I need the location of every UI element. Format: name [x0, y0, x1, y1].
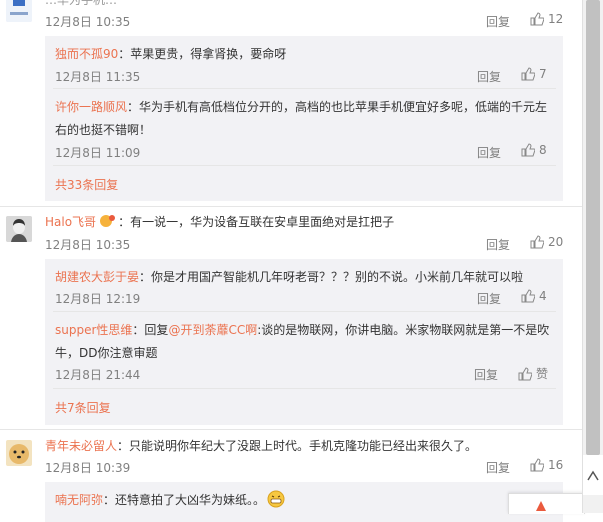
like-button[interactable]: 20 — [530, 235, 563, 249]
sub-reply-time: 12月8日 11:35 — [55, 70, 141, 84]
comment-author[interactable]: Halo飞哥 — [45, 215, 96, 229]
comment-top-text: …华为手机… — [45, 0, 118, 7]
divider — [53, 165, 556, 166]
like-button[interactable]: 赞 — [518, 365, 548, 382]
like-button[interactable]: 4 — [521, 289, 547, 303]
sub-reply-time: 12月8日 11:09 — [55, 146, 141, 160]
reply-button[interactable]: 回复 — [486, 459, 510, 476]
reply-button[interactable]: 回复 — [474, 366, 498, 383]
reply-button[interactable]: 回复 — [486, 13, 510, 30]
divider — [53, 311, 556, 312]
thumb-up-icon — [530, 235, 544, 249]
sub-reply-text: 喃无阿弥：还特意拍了大凶华为妹纸。。 — [55, 490, 285, 508]
vip-badge-icon — [100, 215, 116, 227]
avatar[interactable] — [6, 440, 32, 466]
reply-button[interactable]: 回复 — [486, 236, 510, 253]
avatar[interactable] — [6, 0, 32, 22]
sub-reply-author[interactable]: 许你一路顺风 — [55, 100, 127, 114]
comment-text: 青年未必留人：只能说明你年纪大了没跟上时代。手机克隆功能已经出来很久了。 — [45, 439, 478, 453]
thumb-up-icon — [530, 458, 544, 472]
sub-reply-author[interactable]: 独而不孤90 — [55, 47, 118, 61]
scrollbar[interactable] — [582, 0, 603, 513]
like-count: 20 — [548, 235, 564, 249]
like-button[interactable]: 8 — [521, 143, 547, 157]
like-count: 4 — [539, 289, 547, 303]
divider — [53, 388, 556, 389]
avatar[interactable] — [6, 216, 32, 242]
grin-emoji-icon — [267, 490, 285, 508]
divider — [53, 88, 556, 89]
like-count: 8 — [539, 143, 547, 157]
mention-link[interactable]: @开到荼蘼CC啊 — [168, 323, 257, 337]
thumb-up-icon — [521, 289, 535, 303]
comment-time: 12月8日 10:35 — [45, 238, 131, 252]
up-arrow-icon[interactable] — [583, 455, 603, 495]
floating-panel[interactable] — [508, 493, 585, 514]
sub-reply-text-line2: 右的也挺不错啊！ — [55, 123, 152, 137]
sub-reply-time: 12月8日 21:44 — [55, 368, 141, 382]
comment-time: 12月8日 10:35 — [45, 15, 131, 29]
view-more-replies-link[interactable]: 共7条回复 — [55, 399, 111, 416]
comment-text: Halo飞哥 ：有一说一，华为设备互联在安卓里面绝对是扛把子 — [45, 215, 395, 229]
comment-divider — [0, 429, 583, 430]
reply-button[interactable]: 回复 — [477, 68, 501, 85]
sub-reply-author[interactable]: 胡建农大彭于晏 — [55, 270, 139, 284]
comment-divider — [0, 206, 583, 207]
thumb-up-icon — [530, 12, 544, 26]
like-count: 7 — [539, 67, 547, 81]
sub-reply-author[interactable]: 喃无阿弥 — [55, 493, 103, 507]
thumb-up-icon — [521, 143, 535, 157]
like-count: 16 — [548, 458, 564, 472]
reply-button[interactable]: 回复 — [477, 290, 501, 307]
sub-reply-text-line2: 牛，DD你注意审题 — [55, 346, 158, 360]
like-button[interactable]: 12 — [530, 12, 563, 26]
like-button[interactable]: 16 — [530, 458, 563, 472]
like-count: 12 — [548, 12, 564, 26]
comment-time: 12月8日 10:39 — [45, 461, 131, 475]
reply-button[interactable]: 回复 — [477, 144, 501, 161]
sub-reply-text: 独而不孤90：苹果更贵，得拿肾换，要命呀 — [55, 47, 287, 61]
comment-author[interactable]: 青年未必留人 — [45, 439, 117, 453]
view-more-replies-link[interactable]: 共33条回复 — [55, 176, 118, 193]
like-label: 赞 — [536, 367, 549, 381]
triangle-icon — [536, 501, 546, 511]
like-button[interactable]: 7 — [521, 67, 547, 81]
sub-reply-text: supper性思维：回复@开到荼蘼CC啊:谈的是物联网，你讲电脑。米家物联网就是… — [55, 323, 550, 337]
sub-reply-time: 12月8日 12:19 — [55, 292, 141, 306]
thumb-up-icon — [521, 67, 535, 81]
scrollbar-thumb[interactable] — [586, 0, 600, 455]
thumb-up-icon — [518, 366, 532, 380]
sub-reply-text: 许你一路顺风：华为手机有高低档位分开的，高档的也比苹果手机便宜好多呢，低端的千元… — [55, 100, 548, 114]
sub-reply-text: 胡建农大彭于晏：你是才用国产智能机几年呀老哥？？？别的不说。小米前几年就可以啦 — [55, 270, 524, 284]
sub-reply-author[interactable]: supper性思维 — [55, 323, 132, 337]
